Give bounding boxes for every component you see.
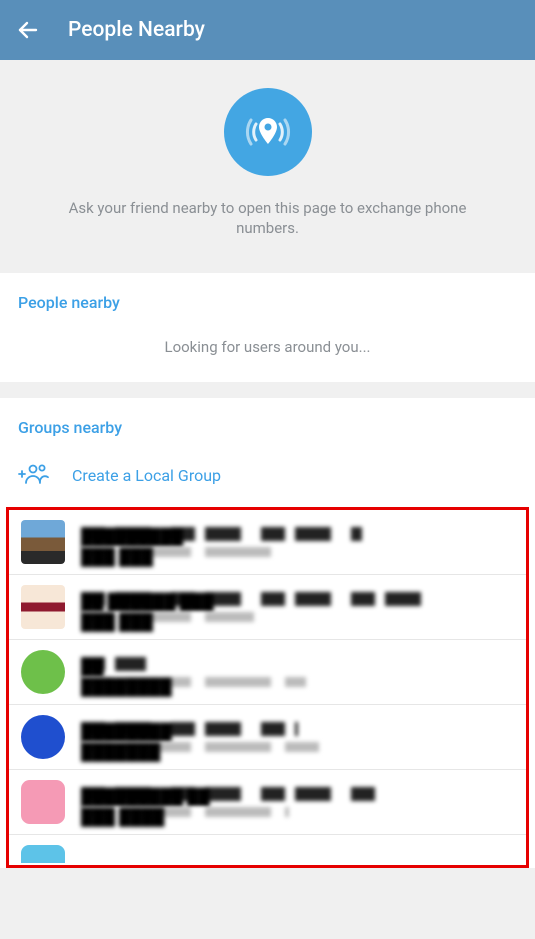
group-title: ██ ██████ ███ <box>81 592 436 606</box>
add-group-icon <box>16 463 50 489</box>
app-header: People Nearby <box>0 0 535 60</box>
group-list-item[interactable]: ██ ██████ ███ ███ ███ <box>9 575 526 640</box>
people-nearby-section: People nearby Looking for users around y… <box>0 273 535 382</box>
group-list-item[interactable]: █████████ ██ ███ ████ <box>9 770 526 835</box>
back-arrow-icon <box>16 18 40 42</box>
groups-nearby-heading: Groups nearby <box>0 398 535 449</box>
group-title: ████████ <box>81 722 298 736</box>
group-text-block: ██ ████████ <box>81 657 514 687</box>
group-avatar <box>21 780 65 824</box>
section-divider <box>0 382 535 398</box>
group-avatar <box>21 585 65 629</box>
group-title: ██ <box>81 657 146 671</box>
group-subtitle: ███████ <box>81 742 319 752</box>
group-avatar <box>21 715 65 759</box>
group-text-block: ████████ ███████ <box>81 722 514 752</box>
hero-description: Ask your friend nearby to open this page… <box>48 198 488 239</box>
group-title: █████████ ██ <box>81 787 384 801</box>
group-subtitle: ███ ███ <box>81 547 276 557</box>
group-text-block: █████████ ██ ███ ████ <box>81 787 514 817</box>
group-subtitle: ███ ███ <box>81 612 254 622</box>
group-subtitle: ███ ████ <box>81 807 289 817</box>
back-button[interactable] <box>16 18 40 42</box>
group-text-block: ██ ██████ ███ ███ ███ <box>81 592 514 622</box>
group-text-block: █████████ ███ ███ <box>81 527 514 557</box>
hero-section: Ask your friend nearby to open this page… <box>0 60 535 273</box>
groups-nearby-section: Groups nearby Create a Local Group █████… <box>0 398 535 868</box>
groups-list-highlight: █████████ ███ ███ ██ ██████ ███ ███ ███ … <box>6 507 529 868</box>
group-avatar <box>21 520 65 564</box>
create-local-group-label: Create a Local Group <box>72 466 221 485</box>
group-list-item[interactable]: ██ ████████ <box>9 640 526 705</box>
group-list-item[interactable]: ████████ ███████ <box>9 705 526 770</box>
group-title: █████████ <box>81 527 362 541</box>
people-nearby-status: Looking for users around you... <box>0 324 535 382</box>
create-local-group-button[interactable]: Create a Local Group <box>0 449 535 507</box>
nearby-hero-icon <box>224 88 312 176</box>
group-avatar <box>21 650 65 694</box>
group-list-item[interactable] <box>9 835 526 865</box>
location-broadcast-icon <box>236 100 300 164</box>
page-title: People Nearby <box>68 18 205 42</box>
group-subtitle: ████████ <box>81 677 306 687</box>
group-list-item[interactable]: █████████ ███ ███ <box>9 510 526 575</box>
people-nearby-heading: People nearby <box>0 273 535 324</box>
group-avatar <box>21 845 65 863</box>
